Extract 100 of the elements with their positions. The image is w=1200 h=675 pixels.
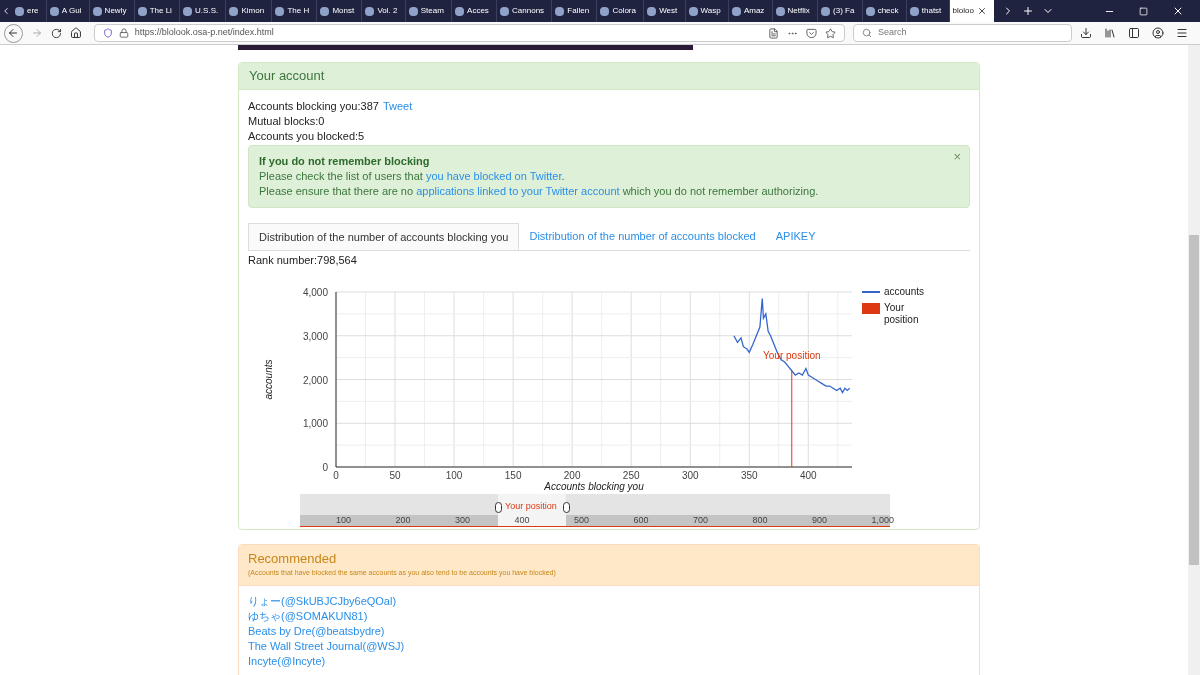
tab-title: A Gui [61,5,82,17]
tab-scroll-left-icon[interactable] [1,6,11,16]
reload-icon[interactable] [50,27,62,39]
legend-swatch-icon [862,303,880,314]
tab-title: bloloo [952,5,974,17]
new-tab-icon[interactable] [1022,5,1035,17]
tab-title: thatst [921,5,942,17]
account-icon[interactable] [1152,27,1164,39]
navigator-tick-label: 500 [574,515,590,526]
navigator-tick-label: 900 [812,515,828,526]
shield-icon [102,28,113,38]
navigator-tick-label: 100 [336,515,352,526]
url-text: https://blolook.osa-p.net/index.html [134,26,274,40]
tab-title: Cannons [512,5,545,17]
panel-title: Your account [249,67,325,86]
x-tick-label: 0 [333,470,339,481]
account-link[interactable]: The Wall Street Journal(@WSJ) [248,639,405,654]
favicon-icon [647,6,657,16]
x-tick-label: 350 [740,470,758,481]
reader-view-icon[interactable] [768,27,779,39]
range-handle[interactable] [495,502,502,513]
y-tick-label: 0 [322,462,328,473]
tab-title: check [877,5,899,17]
favicon-icon [455,6,465,16]
menu-icon[interactable] [1176,27,1188,39]
navigator-tick-label: 800 [752,515,768,526]
tab-title: Steam [420,5,444,17]
favicon-icon [15,6,24,16]
x-tick-label: 50 [389,470,401,481]
home-icon[interactable] [69,27,82,39]
chart-tab[interactable]: Distribution of the number of accounts blocking you [248,223,520,250]
tab-title: Monst [332,5,355,17]
search-field[interactable]: Search [853,24,1072,42]
tab-title: Acces [467,5,489,17]
back-icon[interactable] [7,27,20,39]
tab-title: Netflix [787,5,810,17]
tab-title: Colora [612,5,636,17]
account-link[interactable]: Beats by Dre(@beatsbydre) [248,624,385,639]
legend-line-icon [862,291,880,293]
lock-icon [118,28,129,38]
y-tick-label: 1,000 [302,418,328,430]
legend-label: Your position [884,302,920,326]
chart-tab[interactable]: APIKEY [765,223,826,250]
x-tick-label: 250 [622,470,640,481]
navigator-tick-label: 300 [455,515,471,526]
browser-tab[interactable]: bloloo [949,0,995,22]
tab-title: ere [27,5,39,17]
tab-title: Kimon [241,5,265,17]
tab-title: West [659,5,678,17]
favicon-icon [821,6,831,16]
sidebar-icon[interactable] [1128,27,1140,39]
favicon-icon [320,6,330,16]
favicon-icon [183,6,193,16]
range-handle[interactable] [563,502,570,513]
tab-title: (3) Fa [833,5,855,17]
library-icon[interactable] [1104,27,1116,39]
pocket-icon[interactable] [806,27,817,39]
address-bar[interactable]: https://blolook.osa-p.net/index.html [93,24,845,42]
x-tick-label: 150 [504,470,522,481]
stat-text: Accounts blocking you:387 [248,99,379,114]
star-icon[interactable] [825,27,836,39]
favicon-icon [909,6,919,16]
stat-text: Accounts you blocked:5 [248,129,365,144]
tweet-link[interactable]: Tweet [382,99,413,114]
scrollbar[interactable] [1188,45,1200,675]
x-tick-label: 400 [799,470,817,481]
account-link[interactable]: Incyte(@Incyte) [248,654,326,669]
search-placeholder: Search [878,26,907,40]
chart-tab[interactable]: Distribution of the number of accounts blocked [519,223,766,250]
panel-title: Recommended [248,551,337,567]
tab-title: Fallen [567,5,590,17]
favicon-icon [137,6,147,16]
tab-title: Wasp [700,5,721,17]
close-icon[interactable] [976,6,987,16]
favicon-icon [775,6,785,16]
favicon-icon [365,6,375,16]
navigator-position-label: Your position [505,501,557,512]
y-tick-label: 3,000 [302,330,328,342]
x-tick-label: 200 [563,470,581,481]
tab-title: The Li [149,5,172,17]
favicon-icon [275,6,285,16]
navigator-tick-label: 200 [395,515,411,526]
favicon-icon [500,6,510,16]
download-icon[interactable] [1080,27,1092,39]
favicon-icon [229,6,239,16]
rank-text: Rank number:798,564 [248,253,357,268]
favicon-icon [49,6,59,16]
y-tick-label: 2,000 [302,374,328,386]
favicon-icon [408,6,418,16]
y-axis-title: accounts [263,359,274,400]
favicon-icon [555,6,565,16]
x-axis-title: Accounts blocking you [544,481,644,492]
account-link[interactable]: りょー(@SkUBJCJby6eQOal) [248,594,397,609]
alert-title: If you do not remember blocking [259,154,430,169]
alert-text: Please check the list of users that you have blocked on Twitter. [259,169,565,184]
tab-title: Amaz [743,5,765,17]
tab-title: Newly [104,5,127,17]
favicon-icon [688,6,698,16]
account-link[interactable]: ゆちゃ(@SOMAKUN81) [248,609,368,624]
restore-icon[interactable] [1139,6,1149,16]
